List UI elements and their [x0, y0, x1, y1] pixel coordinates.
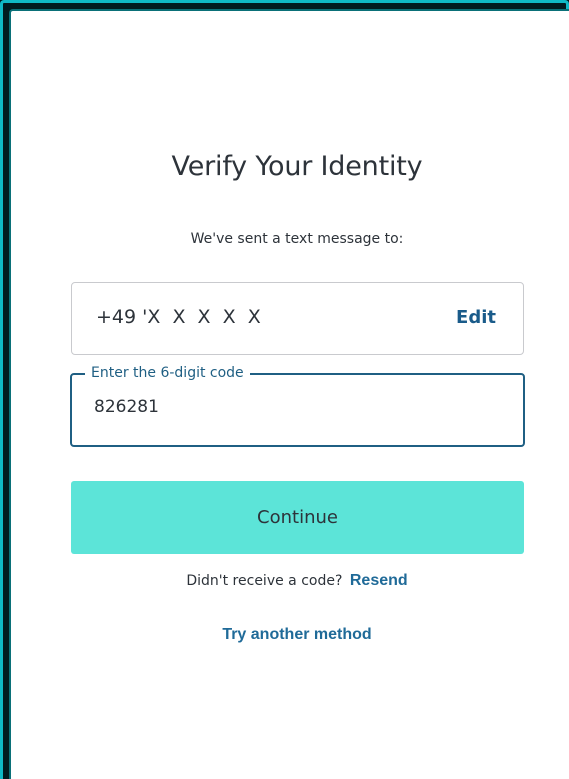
verify-card: Verify Your Identity We've sent a text m… [9, 9, 569, 779]
page-title: Verify Your Identity [171, 151, 423, 182]
continue-button[interactable]: Continue [71, 481, 524, 554]
code-input[interactable] [94, 397, 494, 417]
phone-number: +49 'X X X X X [96, 306, 261, 328]
phone-number-box: +49 'X X X X X Edit [71, 282, 524, 355]
code-field[interactable]: Enter the 6-digit code [70, 363, 525, 447]
code-field-label: Enter the 6-digit code [85, 363, 250, 383]
edit-phone-link[interactable]: Edit [456, 307, 496, 328]
page-subtitle: We've sent a text message to: [190, 231, 404, 247]
try-another-method-link[interactable]: Try another method [11, 626, 569, 644]
resend-link[interactable]: Resend [350, 572, 408, 589]
resend-prompt: Didn't receive a code? [186, 573, 343, 589]
resend-row: Didn't receive a code? Resend [11, 572, 569, 590]
